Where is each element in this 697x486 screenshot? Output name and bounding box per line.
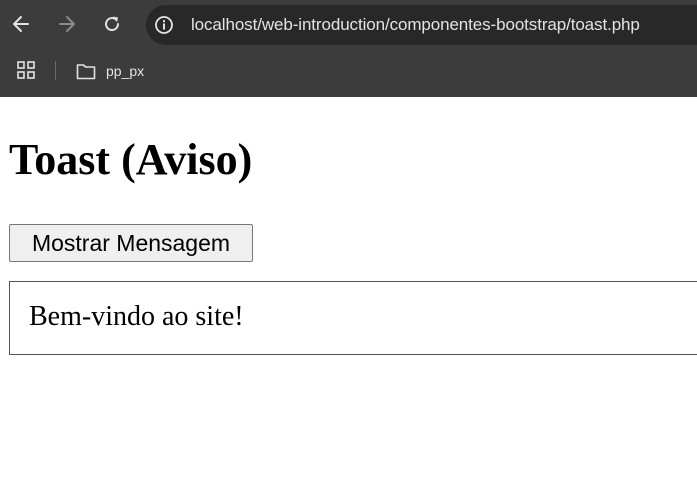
back-arrow-icon: [13, 16, 29, 32]
toast-box: Bem-vindo ao site!: [9, 281, 697, 355]
forward-arrow-icon: [59, 16, 75, 32]
page-content: Toast (Aviso) Mostrar Mensagem Bem-vindo…: [0, 97, 697, 486]
info-icon[interactable]: [154, 15, 174, 35]
bookmark-folder-pp-px[interactable]: pp_px: [76, 60, 144, 82]
address-bar[interactable]: localhost/web-introduction/componentes-b…: [146, 5, 697, 45]
url-text[interactable]: localhost/web-introduction/componentes-b…: [191, 15, 640, 35]
back-button[interactable]: [8, 10, 34, 38]
bookmarks-bar: pp_px: [0, 50, 697, 97]
browser-chrome: localhost/web-introduction/componentes-b…: [0, 0, 697, 97]
reload-button[interactable]: [99, 10, 125, 38]
page-title: Toast (Aviso): [9, 135, 253, 184]
reload-icon: [105, 16, 120, 32]
apps-grid-icon[interactable]: [17, 61, 35, 79]
toast-message: Bem-vindo ao site!: [29, 301, 244, 332]
bookmark-label: pp_px: [106, 63, 145, 79]
show-message-button[interactable]: Mostrar Mensagem: [9, 224, 253, 262]
bookmarks-divider: [55, 61, 56, 80]
browser-toolbar: localhost/web-introduction/componentes-b…: [0, 0, 697, 50]
forward-button[interactable]: [54, 10, 80, 38]
folder-icon: [76, 63, 96, 79]
